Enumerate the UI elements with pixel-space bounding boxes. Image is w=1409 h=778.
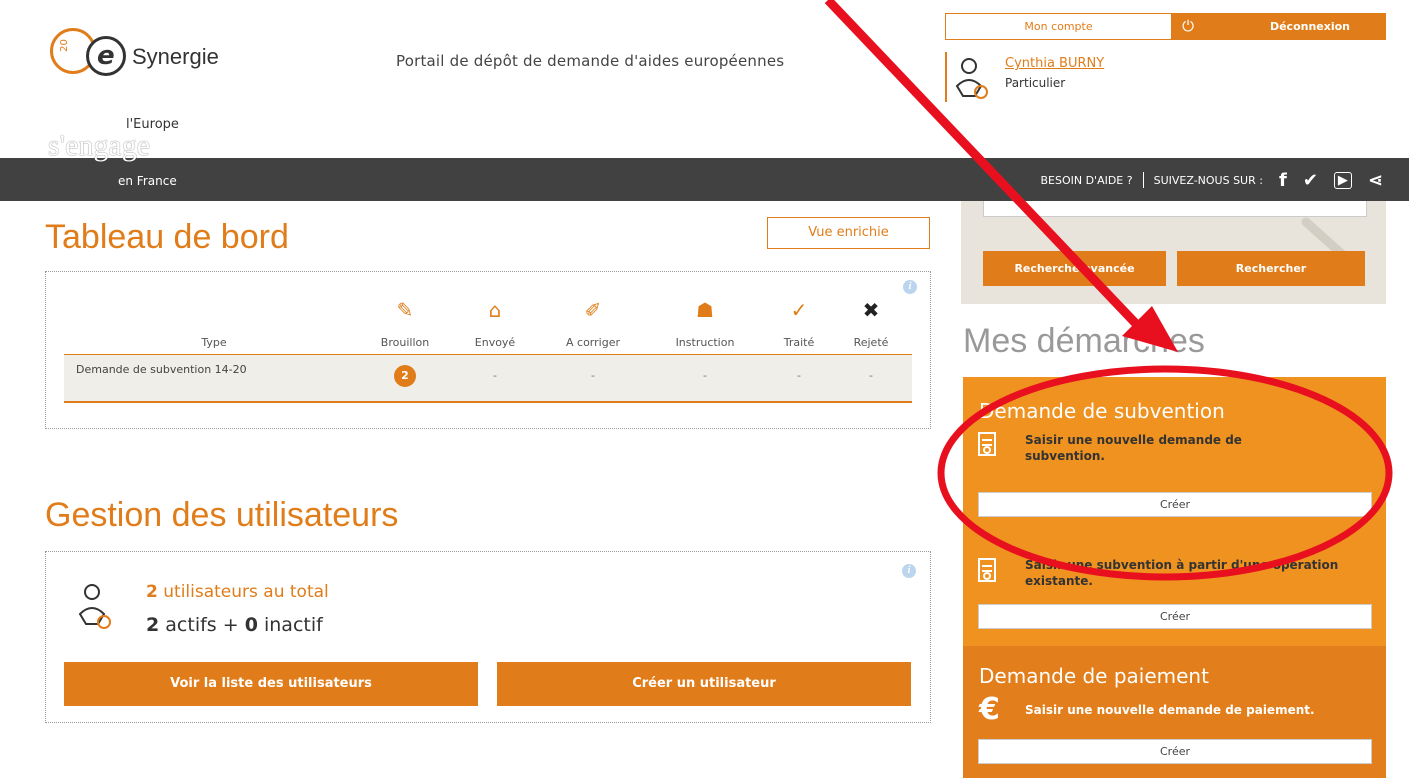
- new-payment-text: Saisir une nouvelle demande de paiement.: [1025, 703, 1315, 717]
- instruction-icon: ☗: [696, 298, 714, 322]
- sent-icon: ⌂: [488, 298, 502, 322]
- column-label: Envoyé: [474, 336, 516, 349]
- enriched-view-button[interactable]: Vue enrichie: [767, 217, 930, 249]
- new-subvention-text: Saisir une nouvelle demande de subventio…: [1025, 433, 1242, 463]
- row-type: Demande de subvention 14-20: [76, 363, 247, 376]
- correct-icon: ✐: [584, 298, 602, 322]
- help-link[interactable]: BESOIN D'AIDE ?: [1040, 174, 1132, 187]
- draft-icon: ✎: [396, 298, 414, 322]
- search-input[interactable]: [983, 201, 1367, 217]
- europe-big-text: s'engage: [48, 129, 151, 162]
- users-total: 2 utilisateurs au total: [146, 582, 329, 602]
- portal-title: Portail de dépôt de demande d'aides euro…: [396, 52, 785, 70]
- twitter-icon[interactable]: ✔: [1303, 170, 1318, 191]
- user-block: Cynthia BURNY Particulier: [945, 52, 1205, 102]
- user-role: Particulier: [1005, 76, 1066, 90]
- column-instruction[interactable]: ☗ Instruction: [660, 298, 750, 349]
- europe-country-text: en France: [118, 174, 177, 188]
- info-icon[interactable]: i: [903, 280, 917, 294]
- from-existing-text: Saisir une subvention à partir d'une opé…: [1025, 558, 1339, 588]
- advanced-search-button[interactable]: Recherche avancée: [983, 251, 1166, 286]
- dashboard-panel: i Type ✎ Brouillon ⌂ Envoyé ✐ A corriger…: [45, 271, 931, 429]
- info-icon[interactable]: i: [902, 564, 916, 578]
- users-panel: i 2 utilisateurs au total 2 actifs + 0 i…: [45, 551, 931, 723]
- create-from-existing-button[interactable]: Créer: [978, 604, 1372, 629]
- create-payment-button[interactable]: Créer: [978, 739, 1372, 764]
- dashboard-table-header: Type ✎ Brouillon ⌂ Envoyé ✐ A corriger ☗…: [64, 298, 912, 355]
- search-button[interactable]: Rechercher: [1177, 251, 1365, 286]
- column-rejete[interactable]: ✖ Rejeté: [826, 298, 916, 349]
- view-users-list-button[interactable]: Voir la liste des utilisateurs: [64, 662, 478, 706]
- type-column-header: Type: [201, 336, 227, 349]
- create-subvention-button[interactable]: Créer: [978, 492, 1372, 517]
- document-edit-icon: [978, 432, 996, 456]
- logout-button[interactable]: Déconnexion: [1245, 13, 1375, 40]
- users-total-count: 2: [146, 582, 158, 602]
- inactive-count: 0: [244, 614, 258, 636]
- logo-text: Synergie: [132, 44, 219, 69]
- youtube-icon[interactable]: ▶: [1333, 171, 1352, 189]
- column-label: Brouillon: [380, 336, 430, 349]
- procedures-panel: Demande de subvention Saisir une nouvell…: [963, 377, 1386, 778]
- row-cell-envoye: -: [493, 369, 497, 382]
- user-avatar-icon: [955, 58, 988, 99]
- logo-e-icon: e: [86, 36, 126, 76]
- follow-label: SUIVEZ-NOUS SUR :: [1153, 173, 1263, 187]
- my-account-button[interactable]: Mon compte: [946, 14, 1171, 39]
- rejected-icon: ✖: [862, 298, 880, 322]
- separator: [1142, 172, 1144, 188]
- europe-engage-logo: l'Europe s'engage en France: [48, 115, 248, 195]
- inactive-label: inactif: [263, 614, 323, 636]
- column-envoye[interactable]: ⌂ Envoyé: [450, 298, 540, 349]
- euro-icon: €: [979, 692, 1000, 727]
- row-cell-a-corriger: -: [591, 369, 595, 382]
- table-row[interactable]: Demande de subvention 14-20 2 - - - - -: [64, 355, 912, 403]
- synergie-logo[interactable]: 20 e Synergie: [48, 22, 258, 82]
- help-links: BESOIN D'AIDE ? SUIVEZ-NOUS SUR : f ✔ ▶ …: [1040, 165, 1383, 195]
- active-label: actifs +: [165, 614, 239, 636]
- create-user-button[interactable]: Créer un utilisateur: [497, 662, 911, 706]
- column-brouillon[interactable]: ✎ Brouillon: [360, 298, 450, 349]
- column-a-corriger[interactable]: ✐ A corriger: [548, 298, 638, 349]
- dashboard-table: Type ✎ Brouillon ⌂ Envoyé ✐ A corriger ☗…: [64, 298, 912, 403]
- power-icon[interactable]: ⏻: [1178, 16, 1198, 36]
- share-icon[interactable]: ⋖: [1368, 170, 1383, 191]
- subvention-title: Demande de subvention: [979, 399, 1225, 423]
- users-icon: [78, 584, 111, 629]
- column-label: Rejeté: [853, 336, 889, 349]
- users-title: Gestion des utilisateurs: [45, 496, 399, 534]
- user-name-link[interactable]: Cynthia BURNY: [1005, 56, 1104, 71]
- my-procedures-title: Mes démarches: [963, 322, 1205, 360]
- column-label: A corriger: [566, 336, 620, 349]
- count-badge[interactable]: 2: [394, 365, 416, 387]
- users-active: 2 actifs + 0 inactif: [146, 614, 323, 636]
- logo-number: 20: [58, 39, 70, 52]
- column-label: Instruction: [675, 336, 735, 349]
- facebook-icon[interactable]: f: [1279, 170, 1287, 191]
- row-cell-rejete: -: [869, 369, 873, 382]
- users-total-label: utilisateurs au total: [163, 582, 329, 602]
- account-bar: Mon compte ⏻ Déconnexion: [945, 13, 1386, 40]
- document-copy-icon: [978, 558, 996, 582]
- row-cell-instruction: -: [703, 369, 707, 382]
- active-count: 2: [146, 614, 160, 636]
- payment-section: Demande de paiement € Saisir une nouvell…: [963, 646, 1386, 778]
- row-cell-brouillon[interactable]: 2: [360, 365, 450, 387]
- dashboard-title: Tableau de bord: [45, 218, 289, 256]
- search-panel: Recherche avancée Rechercher: [961, 201, 1386, 304]
- payment-title: Demande de paiement: [979, 664, 1209, 688]
